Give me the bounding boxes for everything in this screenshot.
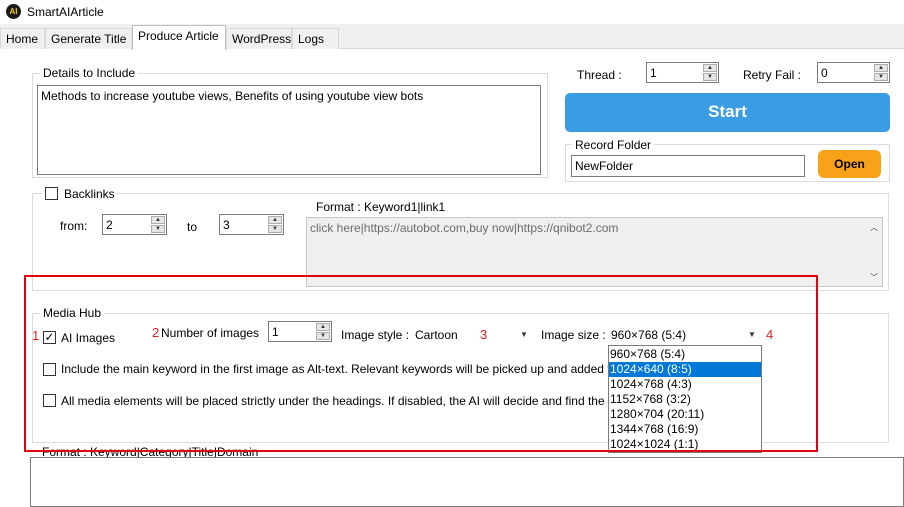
title-bar: AI SmartAIArticle xyxy=(0,0,904,24)
thread-down-icon[interactable]: ▼ xyxy=(703,73,717,81)
backlinks-scrollbar[interactable]: ︿ ﹀ xyxy=(866,218,882,286)
to-label: to xyxy=(187,220,198,234)
backlinks-checkbox[interactable] xyxy=(45,187,58,200)
thread-label: Thread : xyxy=(577,68,622,82)
details-textarea[interactable]: Methods to increase youtube views, Benef… xyxy=(37,85,541,175)
tab-logs[interactable]: Logs xyxy=(292,28,339,49)
highlight-box xyxy=(24,275,818,452)
thread-up-icon[interactable]: ▲ xyxy=(703,64,717,72)
tab-produce-article[interactable]: Produce Article xyxy=(132,25,226,50)
retry-down-icon[interactable]: ▼ xyxy=(874,73,888,81)
to-down-icon[interactable]: ▼ xyxy=(268,225,282,233)
from-value: 2 xyxy=(106,218,113,232)
tab-wordpress[interactable]: WordPress xyxy=(226,28,292,49)
thread-value: 1 xyxy=(650,66,657,80)
from-label: from: xyxy=(60,219,88,233)
tab-generate-title[interactable]: Generate Title xyxy=(45,28,132,49)
backlinks-placeholder: click here|https://autobot.com,buy now|h… xyxy=(310,221,619,235)
backlinks-header: Backlinks xyxy=(42,187,116,201)
backlinks-format-label: Format : Keyword1|link1 xyxy=(316,200,446,214)
from-stepper[interactable]: 2 ▲ ▼ xyxy=(102,214,167,235)
record-folder-input[interactable]: NewFolder xyxy=(571,155,805,177)
app-logo-icon: AI xyxy=(6,4,21,19)
tab-home[interactable]: Home xyxy=(0,28,45,49)
backlinks-label: Backlinks xyxy=(64,187,115,201)
record-folder-value: NewFolder xyxy=(575,159,634,173)
scroll-down-icon[interactable]: ﹀ xyxy=(870,272,878,283)
from-up-icon[interactable]: ▲ xyxy=(151,216,165,224)
scroll-up-icon[interactable]: ︿ xyxy=(870,222,878,233)
start-button[interactable]: Start xyxy=(565,93,890,132)
retry-up-icon[interactable]: ▲ xyxy=(874,64,888,72)
keyword-textarea[interactable] xyxy=(30,457,904,507)
open-button[interactable]: Open xyxy=(818,150,881,178)
to-stepper[interactable]: 3 ▲ ▼ xyxy=(219,214,284,235)
details-legend: Details to Include xyxy=(40,66,139,80)
from-down-icon[interactable]: ▼ xyxy=(151,225,165,233)
tab-strip: Home Generate Title Produce Article Word… xyxy=(0,25,904,50)
retry-stepper[interactable]: 0 ▲ ▼ xyxy=(817,62,890,83)
to-value: 3 xyxy=(223,218,230,232)
retry-label: Retry Fail : xyxy=(743,68,802,82)
details-text: Methods to increase youtube views, Benef… xyxy=(41,89,424,103)
retry-value: 0 xyxy=(821,66,828,80)
to-up-icon[interactable]: ▲ xyxy=(268,216,282,224)
thread-stepper[interactable]: 1 ▲ ▼ xyxy=(646,62,719,83)
window-title: SmartAIArticle xyxy=(27,5,104,19)
record-folder-legend: Record Folder xyxy=(572,138,655,152)
